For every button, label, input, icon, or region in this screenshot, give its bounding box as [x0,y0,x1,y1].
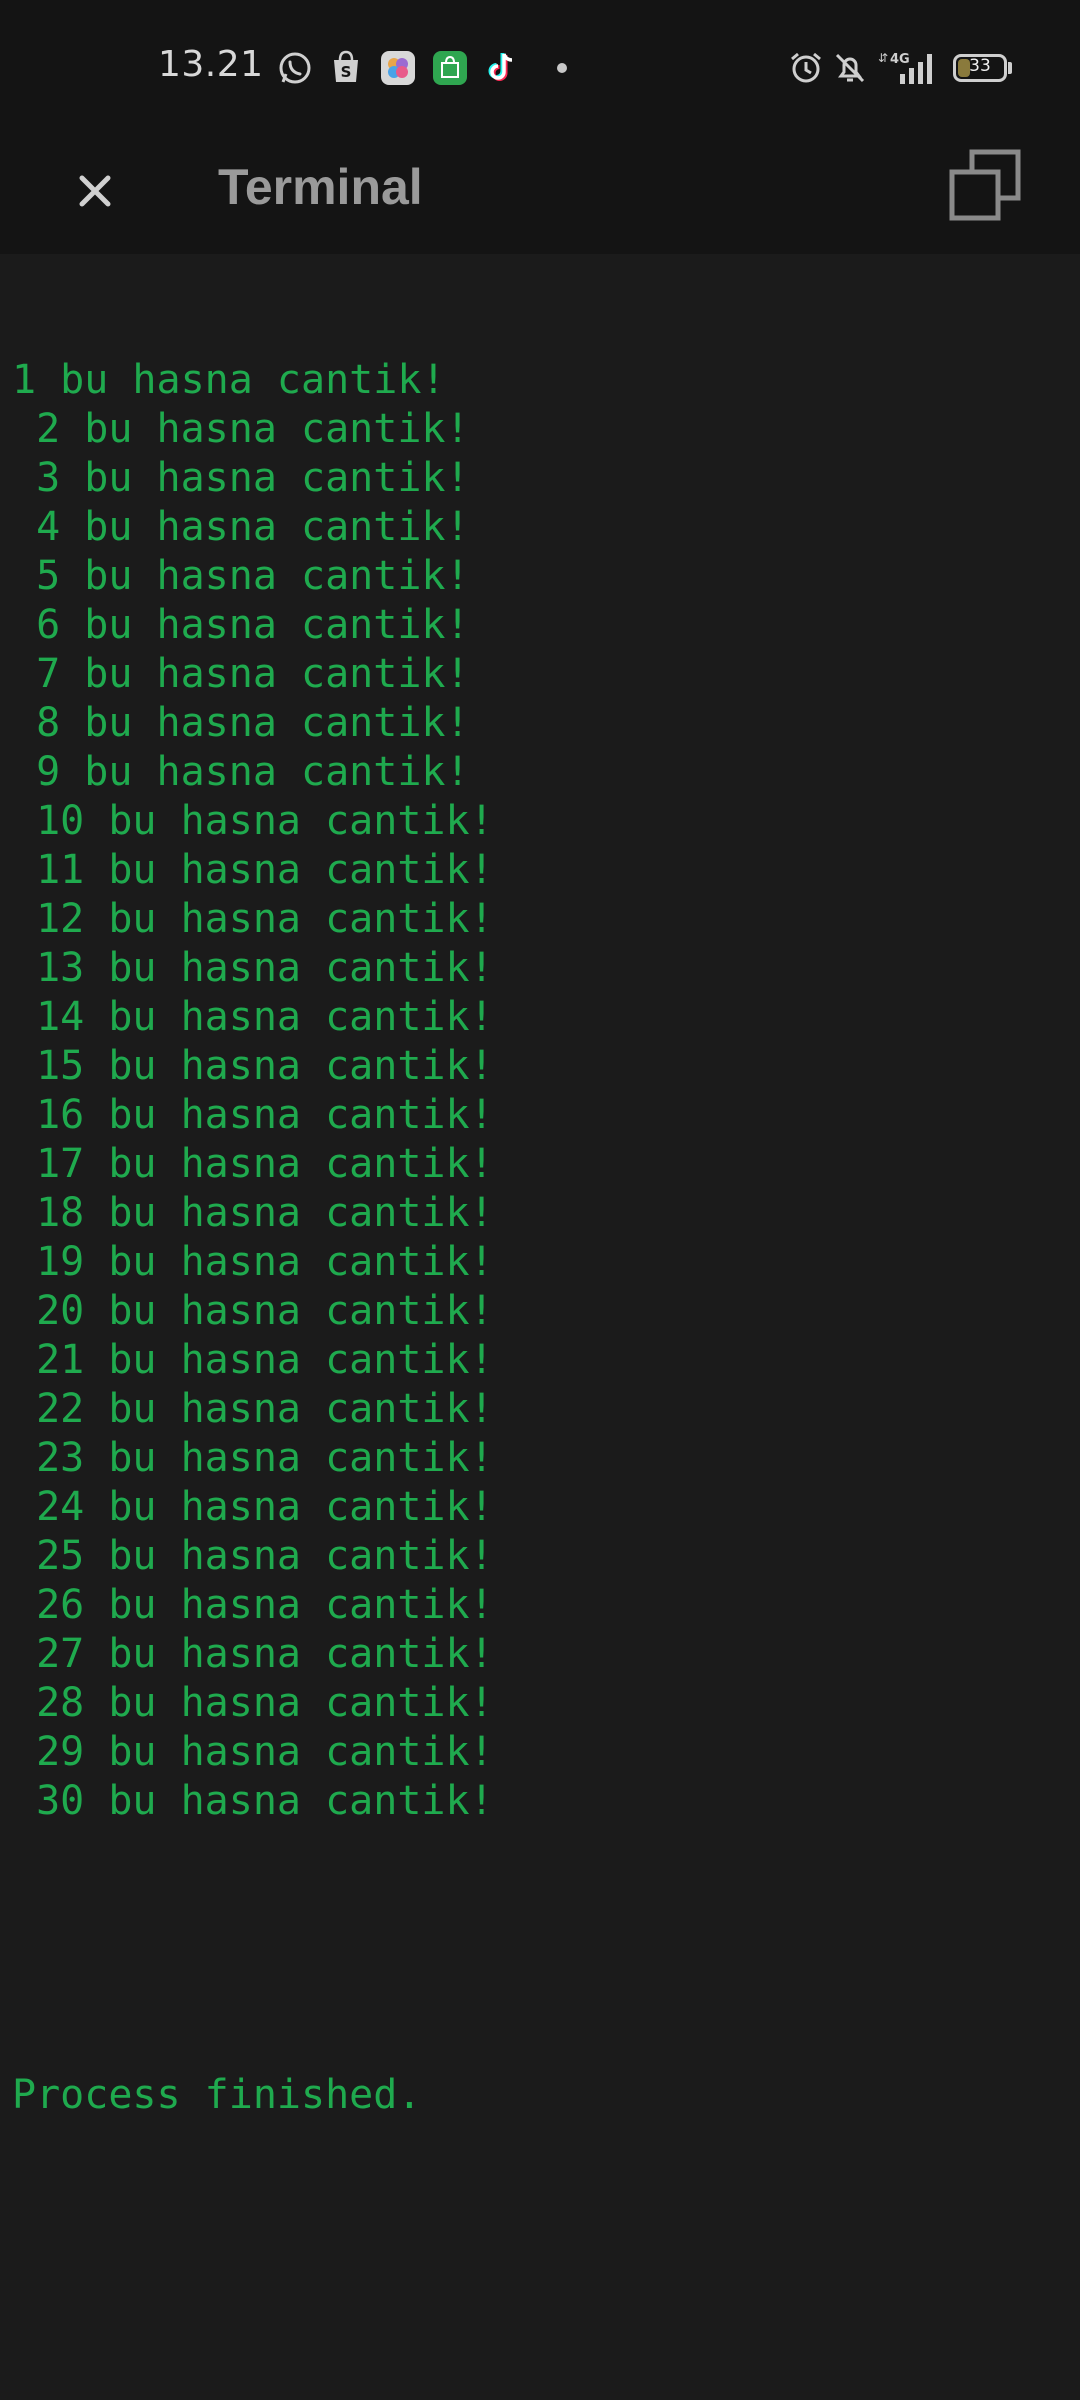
bell-muted-icon [835,53,865,83]
terminal-line: 14 bu hasna cantik! [12,994,494,1040]
photos-icon [381,51,415,85]
alarm-icon [791,52,821,83]
terminal-line: 2 bu hasna cantik! [12,406,470,452]
terminal-line: 23 bu hasna cantik! [12,1435,494,1481]
network-type-label: 4G [890,52,910,67]
app-title: Terminal [218,159,423,215]
terminal-line: 26 bu hasna cantik! [12,1582,494,1628]
terminal-line: 21 bu hasna cantik! [12,1337,494,1383]
status-time: 13.21 [158,44,264,85]
battery-icon: 33 [953,54,1007,82]
svg-text:S: S [341,63,352,81]
terminal-line: 8 bu hasna cantik! [12,700,470,746]
close-icon[interactable] [60,156,130,226]
terminal-line: 18 bu hasna cantik! [12,1190,494,1236]
terminal-line: 16 bu hasna cantik! [12,1092,494,1138]
terminal-line: 6 bu hasna cantik! [12,602,470,648]
terminal-line: 10 bu hasna cantik! [12,798,494,844]
terminal-line: 24 bu hasna cantik! [12,1484,494,1530]
shopping-bag-icon [433,51,467,85]
status-bar: 13.21 S ⇵ 4G 33 [0,0,1080,128]
process-status: Process finished. [12,2072,422,2118]
terminal-line: 17 bu hasna cantik! [12,1141,494,1187]
terminal-output: 1 bu hasna cantik! 2 bu hasna cantik! 3 … [12,258,1072,2169]
whatsapp-icon [279,52,311,84]
battery-tip [1008,62,1012,74]
terminal-line: 11 bu hasna cantik! [12,847,494,893]
terminal-line: 30 bu hasna cantik! [12,1778,494,1824]
terminal-line: 27 bu hasna cantik! [12,1631,494,1677]
copy-icon[interactable] [940,144,1030,234]
terminal-line: 15 bu hasna cantik! [12,1043,494,1089]
terminal-line: 12 bu hasna cantik! [12,896,494,942]
battery-level-text: 33 [969,56,991,76]
terminal-line: 1 bu hasna cantik! [12,357,446,403]
signal-4g-icon: ⇵ 4G [878,51,932,84]
terminal-line: 22 bu hasna cantik! [12,1386,494,1432]
terminal-line: 4 bu hasna cantik! [12,504,470,550]
dot-icon [557,63,567,73]
terminal-line: 3 bu hasna cantik! [12,455,470,501]
tiktok-icon [488,53,513,81]
terminal-lines: 1 bu hasna cantik! 2 bu hasna cantik! 3 … [12,356,1072,1826]
svg-text:⇵: ⇵ [878,51,888,65]
terminal-line: 25 bu hasna cantik! [12,1533,494,1579]
terminal-line: 7 bu hasna cantik! [12,651,470,697]
app-bar: Terminal [0,128,1080,254]
terminal-line: 28 bu hasna cantik! [12,1680,494,1726]
terminal-line: 13 bu hasna cantik! [12,945,494,991]
terminal-line: 20 bu hasna cantik! [12,1288,494,1334]
shopee-icon: S [334,50,358,82]
terminal-line: 29 bu hasna cantik! [12,1729,494,1775]
terminal-line: 19 bu hasna cantik! [12,1239,494,1285]
terminal-line: 5 bu hasna cantik! [12,553,470,599]
terminal-line: 9 bu hasna cantik! [12,749,470,795]
